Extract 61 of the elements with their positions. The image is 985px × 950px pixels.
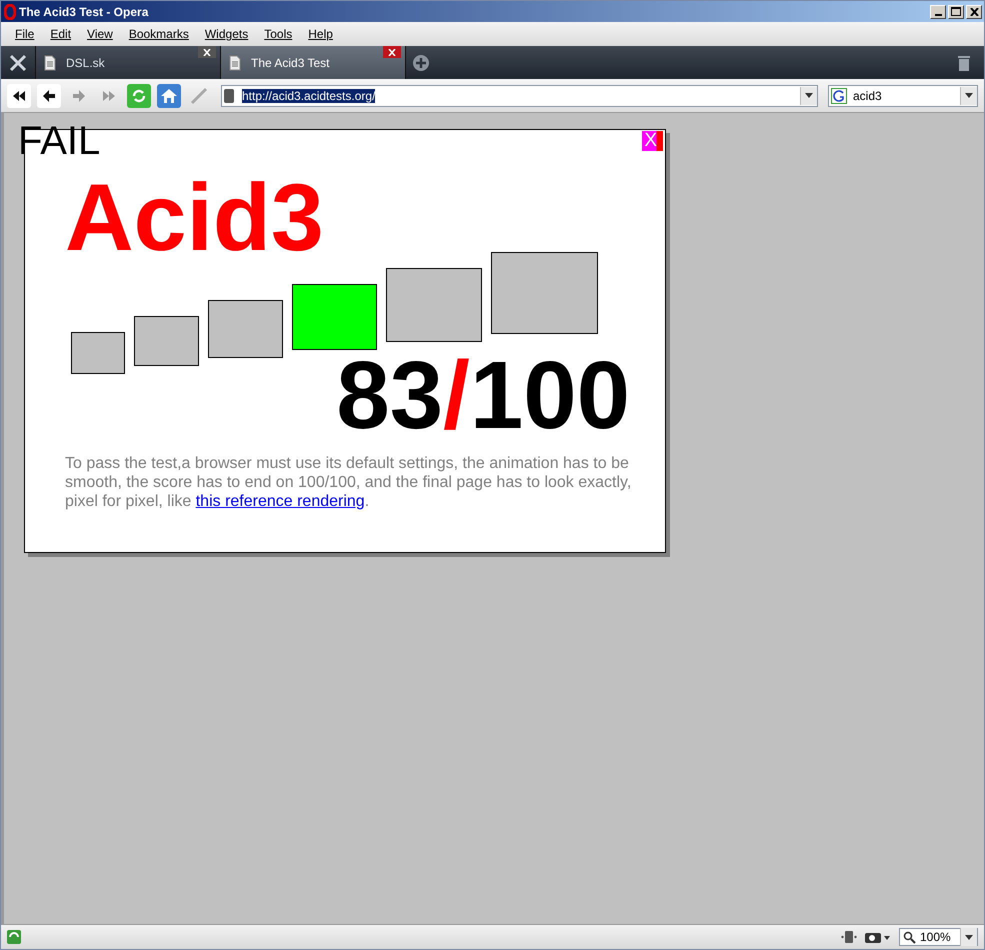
window-title: The Acid3 Test - Opera — [19, 4, 150, 18]
tab-label: The Acid3 Test — [251, 56, 330, 70]
media-icon — [841, 930, 857, 944]
tab-close-button[interactable] — [198, 46, 216, 58]
add-tab-icon — [412, 54, 430, 72]
camera-icon — [865, 930, 891, 944]
close-icon — [970, 8, 978, 16]
back-icon — [42, 88, 56, 102]
instructions-paragraph: To pass the test,a browser must use its default settings, the animation has to be smooth, the score has to end on 100/100, and the final page has to look exactly, pixel for pixel, like this reference rendering. — [65, 454, 632, 511]
rewind-button[interactable] — [7, 84, 31, 108]
menu-item[interactable]: Tools — [256, 25, 300, 43]
score-value: 83 — [336, 348, 444, 444]
close-button[interactable] — [966, 4, 982, 18]
document-icon — [42, 54, 58, 70]
opera-logo-icon — [4, 4, 16, 20]
tools-icon — [8, 52, 28, 72]
menu-item[interactable]: View — [79, 25, 121, 43]
trash-icon — [957, 54, 971, 72]
menu-item[interactable]: Help — [300, 25, 341, 43]
zoom-field[interactable]: 100% — [899, 928, 978, 946]
score-separator: / — [443, 348, 470, 444]
browser-tab[interactable]: DSL.sk — [36, 46, 221, 79]
score-total: 100 — [470, 348, 630, 444]
forward-icon — [72, 88, 86, 102]
search-dropdown-button[interactable] — [960, 86, 977, 104]
back-button[interactable] — [37, 84, 61, 108]
page-icon — [222, 88, 236, 104]
caret-icon — [805, 93, 813, 98]
tab-close-button[interactable] — [383, 46, 401, 58]
tab-label: DSL.sk — [66, 56, 105, 70]
browser-tab[interactable]: The Acid3 Test — [221, 46, 406, 79]
menu-item[interactable]: Bookmarks — [120, 25, 197, 43]
search-icon — [903, 930, 916, 944]
zoom-dropdown-button[interactable] — [960, 928, 977, 946]
minimize-button[interactable] — [930, 4, 946, 18]
close-icon — [203, 48, 211, 56]
address-text: http://acid3.acidtests.org/ — [242, 88, 376, 102]
address-field[interactable]: http://acid3.acidtests.org/ — [221, 84, 818, 106]
caret-icon — [965, 93, 973, 98]
fast-forward-icon — [102, 88, 116, 102]
acid3-heading: Acid3 — [65, 178, 325, 258]
close-icon — [388, 48, 396, 56]
address-dropdown-button[interactable] — [800, 86, 817, 104]
search-field[interactable]: acid3 — [828, 84, 978, 106]
maximize-button[interactable] — [948, 4, 964, 18]
menu-item[interactable]: Widgets — [196, 25, 256, 43]
menu-item[interactable]: Edit — [42, 25, 80, 43]
rewind-icon — [12, 88, 26, 102]
reference-link[interactable]: this reference rendering — [196, 493, 365, 510]
home-icon — [160, 86, 178, 104]
menu-item[interactable]: File — [7, 25, 42, 43]
maximize-icon — [951, 7, 961, 16]
document-icon — [227, 54, 243, 70]
home-button[interactable] — [157, 84, 181, 108]
zoom-level: 100% — [920, 930, 952, 944]
search-engine-icon — [831, 88, 847, 104]
sync-icon — [7, 930, 21, 944]
reload-button[interactable] — [127, 84, 151, 108]
caret-icon — [965, 934, 973, 940]
search-text: acid3 — [853, 88, 883, 102]
minimize-icon — [934, 14, 942, 16]
